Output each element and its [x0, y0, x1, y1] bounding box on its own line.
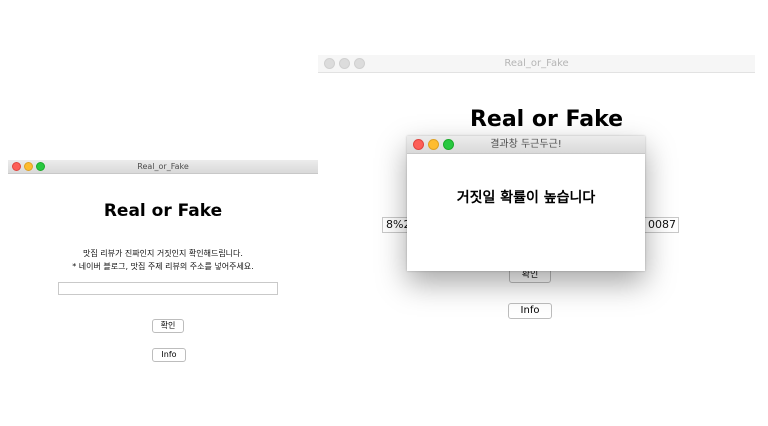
window-title: Real_or_Fake: [137, 162, 189, 171]
minimize-icon[interactable]: [339, 58, 350, 69]
zoom-icon[interactable]: [36, 162, 45, 171]
zoom-icon[interactable]: [443, 139, 454, 150]
close-icon[interactable]: [12, 162, 21, 171]
page-title: Real or Fake: [469, 107, 624, 132]
zoom-icon[interactable]: [354, 58, 365, 69]
page-title: Real or Fake: [103, 201, 223, 221]
right-window-titlebar: Real_or_Fake: [318, 55, 755, 73]
confirm-button[interactable]: 확인: [152, 319, 184, 333]
description-line-1: 맛집 리뷰가 진짜인지 거짓인지 확인해드립니다.: [83, 249, 243, 258]
minimize-icon[interactable]: [428, 139, 439, 150]
info-button[interactable]: Info: [152, 348, 186, 362]
window-title: Real_or_Fake: [504, 58, 569, 69]
description-line-2: * 네이버 블로그, 맛집 주제 리뷰의 주소를 넣어주세요.: [72, 262, 254, 271]
info-button[interactable]: Info: [508, 303, 552, 319]
left-window-titlebar: Real_or_Fake: [8, 160, 318, 174]
url-input[interactable]: [58, 282, 278, 295]
result-dialog-titlebar: 결과창 두근두근!: [407, 136, 645, 154]
minimize-icon[interactable]: [24, 162, 33, 171]
close-icon[interactable]: [413, 139, 424, 150]
close-icon[interactable]: [324, 58, 335, 69]
result-message: 거짓일 확률이 높습니다: [456, 190, 596, 206]
left-window: Real_or_Fake Real or Fake 맛집 리뷰가 진짜인지 거짓…: [8, 160, 318, 410]
result-dialog: 결과창 두근두근! 거짓일 확률이 높습니다: [407, 136, 645, 271]
dialog-title: 결과창 두근두근!: [490, 139, 562, 150]
url-input-right-part[interactable]: 0087: [644, 217, 679, 233]
